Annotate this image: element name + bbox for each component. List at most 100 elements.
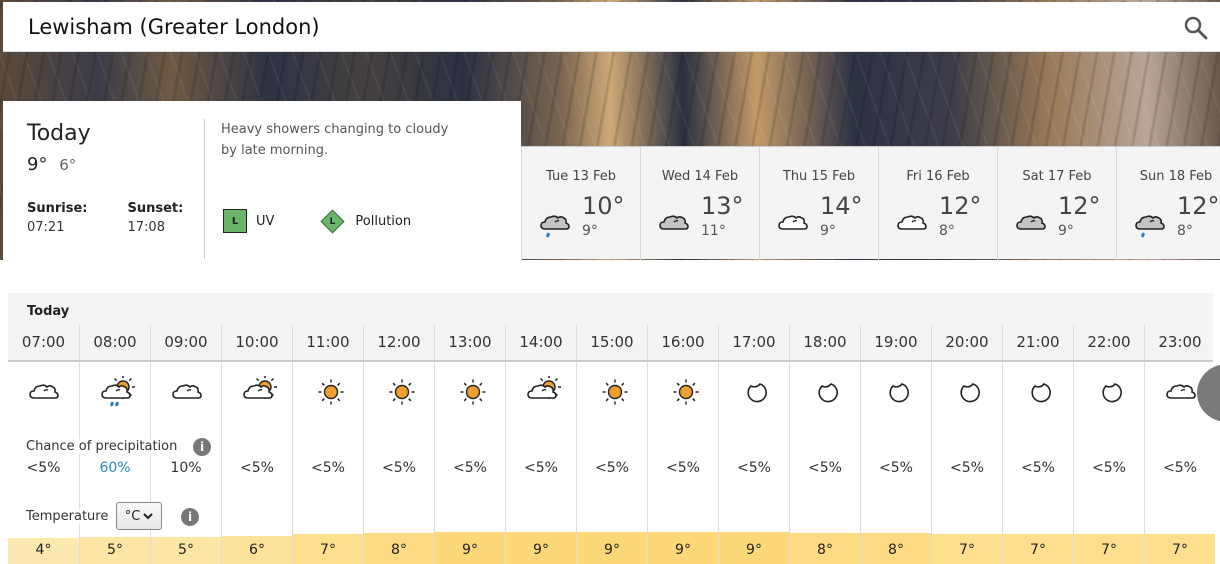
daily-forecast-tabs: Tue 13 Feb 10° 9° Wed 14 Feb 13° 11° Thu… [521,146,1220,260]
temperature-value: 9° [533,542,549,558]
uv-level-badge[interactable]: L [223,209,247,233]
cloud-icon [1162,376,1200,408]
precipitation-chance: <5% [240,460,274,476]
day-high-temp: 14° [820,192,863,220]
temperature-value: 8° [391,542,407,558]
temperature-value: 8° [817,542,833,558]
precipitation-chance: <5% [879,460,913,476]
hour-label: 17:00 [718,325,789,360]
precipitation-chance: 60% [99,460,131,476]
day-name: Sat 17 Feb [1022,169,1092,184]
hour-label: 12:00 [363,325,434,360]
temperature-value: 6° [249,542,265,558]
hour-label: 08:00 [79,325,150,360]
hour-column: <5% 6° [221,362,292,564]
precipitation-chance: <5% [26,460,61,476]
hour-column: <5% 8° [363,362,434,564]
search-icon[interactable] [1182,14,1210,42]
precipitation-chance: <5% [524,460,558,476]
moon-icon [1020,376,1058,408]
temperature-value: 9° [462,542,478,558]
hour-column: <5% 8° [860,362,931,564]
hour-column: <5% 7° [292,362,363,564]
divider [204,119,205,259]
hour-label: 09:00 [150,325,221,360]
sun-icon [665,376,703,408]
sun-icon [381,376,419,408]
day-tab[interactable]: Sat 17 Feb 12° 9° [997,147,1116,260]
day-tab[interactable]: Fri 16 Feb 12° 8° [878,147,997,260]
hour-label: 21:00 [1002,325,1073,360]
white-cloud-icon [774,207,812,243]
hour-column: <5% 7° [1002,362,1073,564]
moon-icon [1091,376,1129,408]
uv-label[interactable]: UV [256,214,274,229]
today-description: Heavy showers changing to cloudy by late… [221,122,449,158]
location-name[interactable]: Lewisham (Greater London) [28,15,320,39]
moon-icon [878,376,916,408]
temperature-value: 7° [320,542,336,558]
temperature-unit-select[interactable]: °C [116,502,162,530]
hour-column: <5% 9° [434,362,505,564]
temperature-value: 8° [888,542,904,558]
day-name: Wed 14 Feb [661,169,739,184]
hour-label: 14:00 [505,325,576,360]
moon-icon [736,376,774,408]
temperature-value: 4° [35,542,52,558]
today-low-temp: 6° [59,156,77,174]
hour-label: 15:00 [576,325,647,360]
temperature-info-icon[interactable]: i [181,508,199,526]
pollution-label[interactable]: Pollution [355,214,411,229]
precipitation-chance: <5% [595,460,629,476]
day-tab[interactable]: Thu 15 Feb 14° 9° [759,147,878,260]
temperature-value: 7° [1172,542,1188,558]
hour-label: 23:00 [1144,325,1215,360]
pollution-level: L [330,216,336,226]
hour-label: 07:00 [21,333,66,351]
day-name: Thu 15 Feb [782,169,856,184]
day-low-temp: 8° [1177,223,1193,239]
hour-label: 22:00 [1073,325,1144,360]
sunrise: Sunrise: 07:21 [27,201,88,235]
moon-icon [807,376,845,408]
hour-column: <5% 7° [1073,362,1144,564]
hour-column: <5% 7° [931,362,1002,564]
hour-label: 16:00 [647,325,718,360]
temperature-value: 5° [107,542,123,558]
precipitation-chance: <5% [1163,460,1197,476]
hourly-forecast: Today 07:00 08:00 09:00 10:00 11:00 12:00 13:0… [8,293,1215,564]
day-high-temp: 12° [1058,192,1101,220]
day-tab[interactable]: Wed 14 Feb 13° 11° [640,147,759,260]
day-low-temp: 9° [1058,223,1074,239]
precipitation-label: Chance of precipitation [26,439,178,454]
day-tab[interactable]: Sun 18 Feb 12° 8° [1116,147,1220,260]
temperature-unit-value: °C [124,508,141,524]
day-low-temp: 8° [939,223,955,239]
precipitation-info-icon[interactable]: i [193,438,211,456]
day-tab[interactable]: Tue 13 Feb 10° 9° [521,147,640,260]
day-name: Fri 16 Feb [906,169,970,184]
day-high-temp: 12° [939,192,982,220]
temperature-value: 7° [1101,542,1117,558]
hour-label: 10:00 [221,325,292,360]
day-low-temp: 11° [701,223,726,239]
pollution-level-badge[interactable]: L [320,208,345,234]
today-summary-card: Today 9° 6° Sunrise: 07:21 Sunset: 17:08… [3,101,521,260]
precipitation-chance: <5% [737,460,771,476]
temperature-value: 9° [675,542,691,558]
temperature-value: 7° [959,542,975,558]
today-title: Today [27,121,91,146]
location-search-bar[interactable]: Lewisham (Greater London) [3,2,1220,52]
sunrise-time: 07:21 [27,220,65,235]
hourly-day-label: Today [27,304,70,319]
hour-column: <5% 4° [8,362,79,564]
hour-label: 11:00 [292,325,363,360]
grey-cloud-icon [1012,207,1050,243]
sun-cloud-icon [523,375,561,408]
precipitation-chance: <5% [1092,460,1126,476]
hourly-columns: <5% 4° 60% 5° 10% 5° <5% 6° <5% 7° <5% 8… [8,362,1215,564]
hour-label: 20:00 [931,325,1002,360]
day-high-temp: 10° [582,192,625,220]
precipitation-chance: <5% [808,460,842,476]
precipitation-chance: <5% [453,460,487,476]
